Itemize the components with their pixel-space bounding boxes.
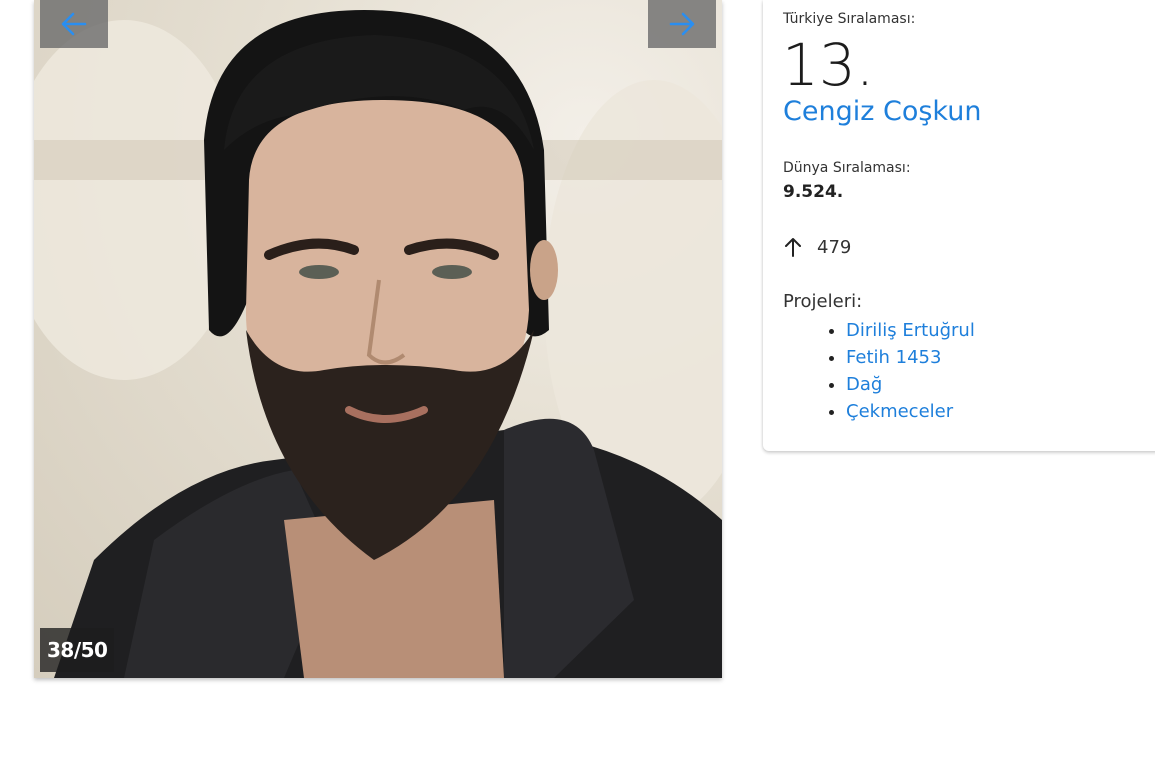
projects-list: Diriliş Ertuğrul Fetih 1453 Dağ Çekmecel… xyxy=(806,317,975,425)
list-item: Fetih 1453 xyxy=(846,344,975,371)
world-rank-label: Dünya Sıralaması: xyxy=(783,160,911,176)
previous-photo-button[interactable] xyxy=(40,0,108,48)
arrow-up-icon xyxy=(783,236,803,258)
project-link[interactable]: Dağ xyxy=(846,374,882,395)
turkey-rank-value: 13. xyxy=(782,31,875,99)
world-rank-value: 9.524. xyxy=(783,182,844,202)
actor-info-card: Türkiye Sıralaması: 13. Cengiz Coşkun Dü… xyxy=(763,0,1155,451)
actor-photo xyxy=(34,0,722,678)
rank-change: 479 xyxy=(783,236,851,258)
arrow-right-icon xyxy=(669,12,695,36)
portrait-illustration xyxy=(34,10,722,678)
list-item: Dağ xyxy=(846,371,975,398)
photo-gallery: 38/50 xyxy=(34,0,722,678)
list-item: Diriliş Ertuğrul xyxy=(846,317,975,344)
arrow-left-icon xyxy=(61,12,87,36)
project-link[interactable]: Fetih 1453 xyxy=(846,347,941,368)
projects-label: Projeleri: xyxy=(783,291,863,312)
turkey-rank-label: Türkiye Sıralaması: xyxy=(783,11,916,27)
project-link[interactable]: Çekmeceler xyxy=(846,401,953,422)
photo-counter: 38/50 xyxy=(40,628,115,672)
list-item: Çekmeceler xyxy=(846,398,975,425)
actor-name-link[interactable]: Cengiz Coşkun xyxy=(783,96,981,127)
rank-change-value: 479 xyxy=(817,236,852,258)
project-link[interactable]: Diriliş Ertuğrul xyxy=(846,320,975,341)
next-photo-button[interactable] xyxy=(648,0,716,48)
